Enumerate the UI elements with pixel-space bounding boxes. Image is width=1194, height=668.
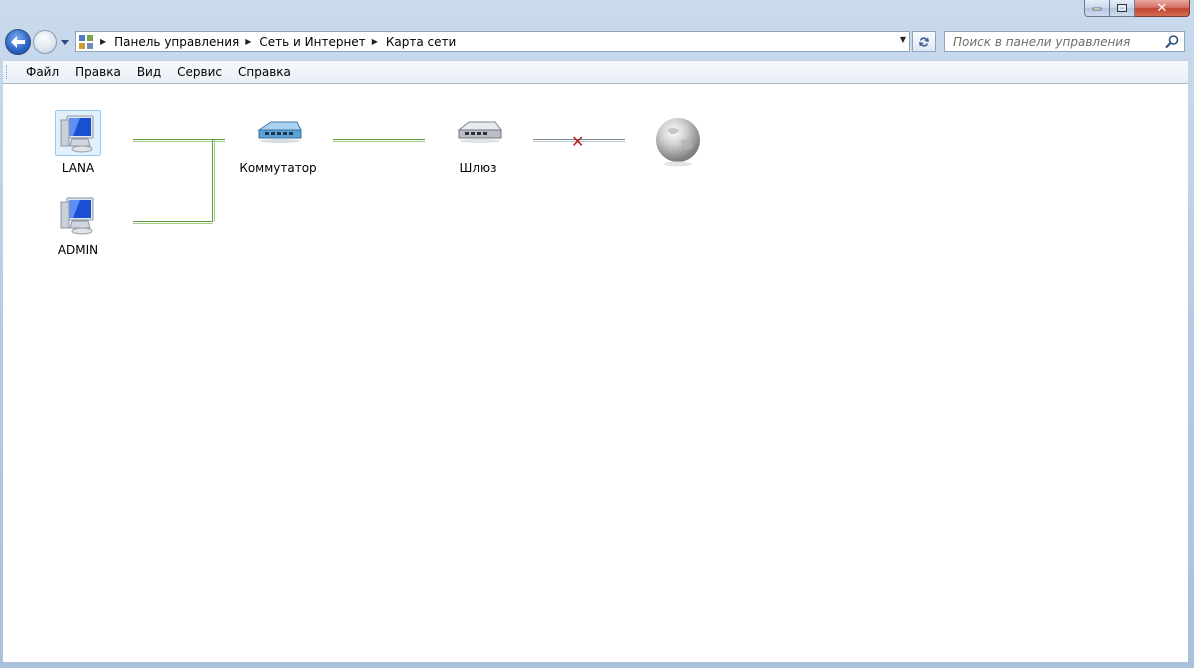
- node-label: ADMIN: [57, 243, 99, 257]
- breadcrumb-separator-icon[interactable]: ▶: [372, 37, 378, 46]
- link-switch-gateway: [333, 139, 425, 142]
- node-label: Коммутатор: [239, 161, 317, 175]
- refresh-icon: [919, 36, 929, 47]
- node-label: Шлюз: [459, 161, 497, 175]
- menu-grip: [6, 65, 10, 79]
- address-bar[interactable]: ▶ Панель управления ▶ Сеть и Интернет ▶ …: [75, 31, 910, 52]
- caption-buttons: ✕: [1084, 0, 1190, 18]
- search-input[interactable]: [945, 32, 1155, 51]
- chevron-down-icon: [61, 40, 69, 45]
- breadcrumb-separator-icon[interactable]: ▶: [245, 37, 251, 46]
- link-trunk-to-switch: [213, 139, 225, 142]
- menu-bar: Файл Правка Вид Сервис Справка: [3, 60, 1188, 84]
- node-admin[interactable]: ADMIN: [38, 194, 118, 257]
- maximize-icon: [1117, 4, 1127, 12]
- minimize-icon: [1092, 7, 1102, 11]
- maximize-button[interactable]: [1110, 0, 1135, 17]
- menu-tools[interactable]: Сервис: [169, 65, 230, 79]
- control-panel-icon: [78, 34, 94, 50]
- window-frame: ✕ ▶ Панель управления ▶ Сеть и Интернет …: [0, 0, 1194, 668]
- forward-arrow-icon: [39, 37, 50, 47]
- search-icon[interactable]: [1164, 34, 1180, 50]
- menu-help[interactable]: Справка: [230, 65, 299, 79]
- forward-button[interactable]: [33, 30, 57, 54]
- node-internet[interactable]: [638, 116, 718, 173]
- address-history-dropdown-icon[interactable]: ▼: [900, 35, 906, 44]
- link-trunk-vertical: [212, 140, 215, 222]
- node-switch[interactable]: Коммутатор: [238, 118, 318, 175]
- menu-edit[interactable]: Правка: [67, 65, 129, 79]
- minimize-button[interactable]: [1084, 0, 1110, 17]
- computer-icon: [60, 197, 94, 235]
- menu-view[interactable]: Вид: [129, 65, 169, 79]
- refresh-button[interactable]: [912, 31, 936, 52]
- close-button[interactable]: ✕: [1135, 0, 1190, 17]
- menu-file[interactable]: Файл: [18, 65, 67, 79]
- close-icon: ✕: [1156, 0, 1168, 16]
- link-admin-switch: [133, 221, 213, 224]
- breadcrumb-separator-icon[interactable]: ▶: [100, 37, 106, 46]
- globe-icon: [656, 118, 700, 167]
- recent-pages-button[interactable]: [60, 38, 70, 48]
- breadcrumb-network-internet[interactable]: Сеть и Интернет: [259, 35, 365, 49]
- navigation-bar: ▶ Панель управления ▶ Сеть и Интернет ▶ …: [0, 28, 1194, 56]
- computer-icon: [60, 115, 94, 153]
- node-label: LANA: [61, 161, 95, 175]
- back-arrow-icon: [11, 36, 25, 48]
- network-map-canvas: ✕ LANA ADMIN Коммутатор Шлюз: [3, 84, 1188, 662]
- broken-link-icon: ✕: [571, 132, 585, 151]
- switch-icon: [257, 121, 302, 143]
- router-icon: [457, 121, 502, 143]
- search-box: [944, 31, 1185, 52]
- back-button[interactable]: [5, 29, 31, 55]
- node-gateway[interactable]: Шлюз: [438, 118, 518, 175]
- link-lana-switch: [133, 139, 213, 142]
- breadcrumb-network-map[interactable]: Карта сети: [386, 35, 456, 49]
- breadcrumb-control-panel[interactable]: Панель управления: [114, 35, 239, 49]
- node-lana[interactable]: LANA: [38, 112, 118, 175]
